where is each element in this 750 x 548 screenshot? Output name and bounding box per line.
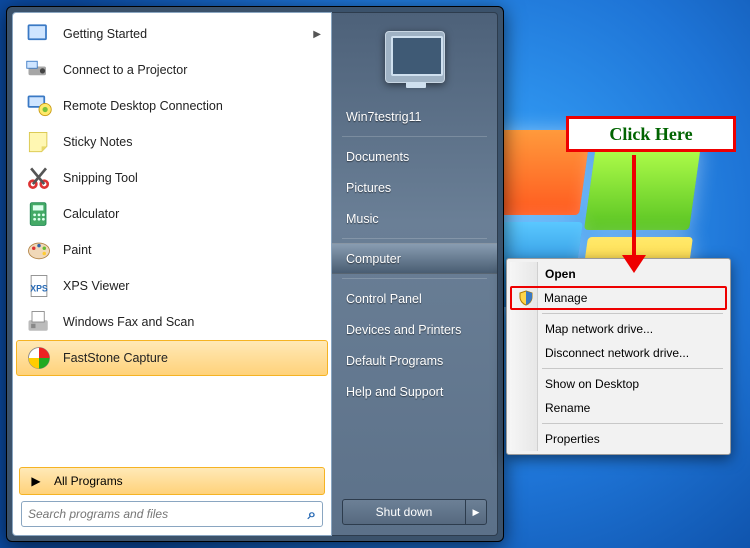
right-item-pictures[interactable]: Pictures (332, 172, 497, 203)
right-item-computer[interactable]: Computer (332, 243, 497, 274)
search-box[interactable]: ⌕ (21, 501, 323, 527)
program-item-fax-scan[interactable]: Windows Fax and Scan (16, 304, 328, 340)
program-item-calculator[interactable]: Calculator (16, 196, 328, 232)
annotation-callout: Click Here (566, 116, 736, 152)
program-item-snipping-tool[interactable]: Snipping Tool (16, 160, 328, 196)
search-input[interactable] (28, 507, 304, 521)
program-item-sticky-notes[interactable]: Sticky Notes (16, 124, 328, 160)
remote-desktop-icon (23, 90, 55, 122)
shutdown-button[interactable]: Shut down ▶ (342, 499, 487, 525)
program-label: Connect to a Projector (63, 63, 187, 77)
projector-icon (23, 54, 55, 86)
all-programs-button[interactable]: ▶ All Programs (19, 467, 325, 495)
context-item-label: Open (545, 267, 576, 281)
user-avatar-icon[interactable] (385, 31, 445, 83)
sticky-notes-icon (23, 126, 55, 158)
right-item-label: Control Panel (346, 292, 422, 306)
program-item-projector[interactable]: Connect to a Projector (16, 52, 328, 88)
program-label: Snipping Tool (63, 171, 138, 185)
fax-scan-icon (23, 306, 55, 338)
program-label: Paint (63, 243, 92, 257)
program-label: Remote Desktop Connection (63, 99, 223, 113)
shutdown-dropdown-icon[interactable]: ▶ (466, 500, 486, 524)
right-item-label: Devices and Printers (346, 323, 461, 337)
submenu-arrow-icon: ▶ (313, 29, 321, 40)
right-item-help-support[interactable]: Help and Support (332, 376, 497, 407)
program-label: FastStone Capture (63, 351, 168, 365)
context-item-label: Disconnect network drive... (545, 346, 689, 360)
program-label: Windows Fax and Scan (63, 315, 194, 329)
context-separator (510, 310, 727, 317)
right-item-default-programs[interactable]: Default Programs (332, 345, 497, 376)
right-item-label: Help and Support (346, 385, 443, 399)
program-item-paint[interactable]: Paint (16, 232, 328, 268)
start-menu-left-pane: Getting Started ▶ Connect to a Projector… (12, 12, 332, 536)
start-menu: Getting Started ▶ Connect to a Projector… (6, 6, 504, 542)
search-box-wrap: ⌕ (13, 501, 331, 535)
calculator-icon (23, 198, 55, 230)
annotation-text: Click Here (609, 124, 692, 145)
right-item-control-panel[interactable]: Control Panel (332, 283, 497, 314)
program-label: Sticky Notes (63, 135, 132, 149)
context-item-label: Show on Desktop (545, 377, 639, 391)
context-item-manage[interactable]: Manage (510, 286, 727, 310)
program-item-remote-desktop[interactable]: Remote Desktop Connection (16, 88, 328, 124)
context-item-label: Rename (545, 401, 590, 415)
faststone-icon (23, 342, 55, 374)
triangle-right-icon: ▶ (28, 474, 44, 488)
annotation-arrow-line (632, 155, 636, 259)
search-icon[interactable]: ⌕ (308, 506, 316, 523)
start-menu-right-pane: Win7testrig11 Documents Pictures Music C… (332, 12, 498, 536)
right-item-devices-printers[interactable]: Devices and Printers (332, 314, 497, 345)
paint-icon (23, 234, 55, 266)
context-item-properties[interactable]: Properties (510, 427, 727, 451)
context-item-rename[interactable]: Rename (510, 396, 727, 420)
context-item-map-drive[interactable]: Map network drive... (510, 317, 727, 341)
program-item-xps-viewer[interactable]: XPS XPS Viewer (16, 268, 328, 304)
shutdown-label: Shut down (343, 500, 466, 524)
xps-viewer-icon: XPS (23, 270, 55, 302)
right-item-music[interactable]: Music (332, 203, 497, 234)
right-item-label: Pictures (346, 181, 391, 195)
uac-shield-icon (518, 290, 534, 306)
right-item-label: Music (346, 212, 379, 226)
right-item-label: Computer (346, 252, 401, 266)
svg-text:XPS: XPS (30, 283, 48, 293)
separator (342, 278, 487, 279)
context-item-open[interactable]: Open (510, 262, 727, 286)
separator (342, 238, 487, 239)
shutdown-row: Shut down ▶ (332, 499, 497, 535)
user-name-link[interactable]: Win7testrig11 (332, 101, 497, 132)
user-name-label: Win7testrig11 (346, 110, 422, 124)
getting-started-icon (23, 18, 55, 50)
computer-context-menu: Open Manage Map network drive... Disconn… (506, 258, 731, 455)
right-item-label: Documents (346, 150, 409, 164)
context-item-label: Manage (544, 291, 587, 305)
context-separator (510, 365, 727, 372)
annotation-arrow-head-icon (622, 255, 646, 273)
context-item-label: Properties (545, 432, 600, 446)
user-avatar-wrap (332, 13, 497, 101)
all-programs-label: All Programs (54, 474, 123, 488)
program-label: Getting Started (63, 27, 147, 41)
program-item-getting-started[interactable]: Getting Started ▶ (16, 16, 328, 52)
right-item-label: Default Programs (346, 354, 443, 368)
separator (342, 136, 487, 137)
context-item-label: Map network drive... (545, 322, 653, 336)
program-list: Getting Started ▶ Connect to a Projector… (13, 13, 331, 463)
context-item-disconnect-drive[interactable]: Disconnect network drive... (510, 341, 727, 365)
program-item-faststone-capture[interactable]: FastStone Capture (16, 340, 328, 376)
context-item-show-desktop[interactable]: Show on Desktop (510, 372, 727, 396)
right-item-documents[interactable]: Documents (332, 141, 497, 172)
program-label: XPS Viewer (63, 279, 129, 293)
snipping-tool-icon (23, 162, 55, 194)
program-label: Calculator (63, 207, 119, 221)
context-separator (510, 420, 727, 427)
